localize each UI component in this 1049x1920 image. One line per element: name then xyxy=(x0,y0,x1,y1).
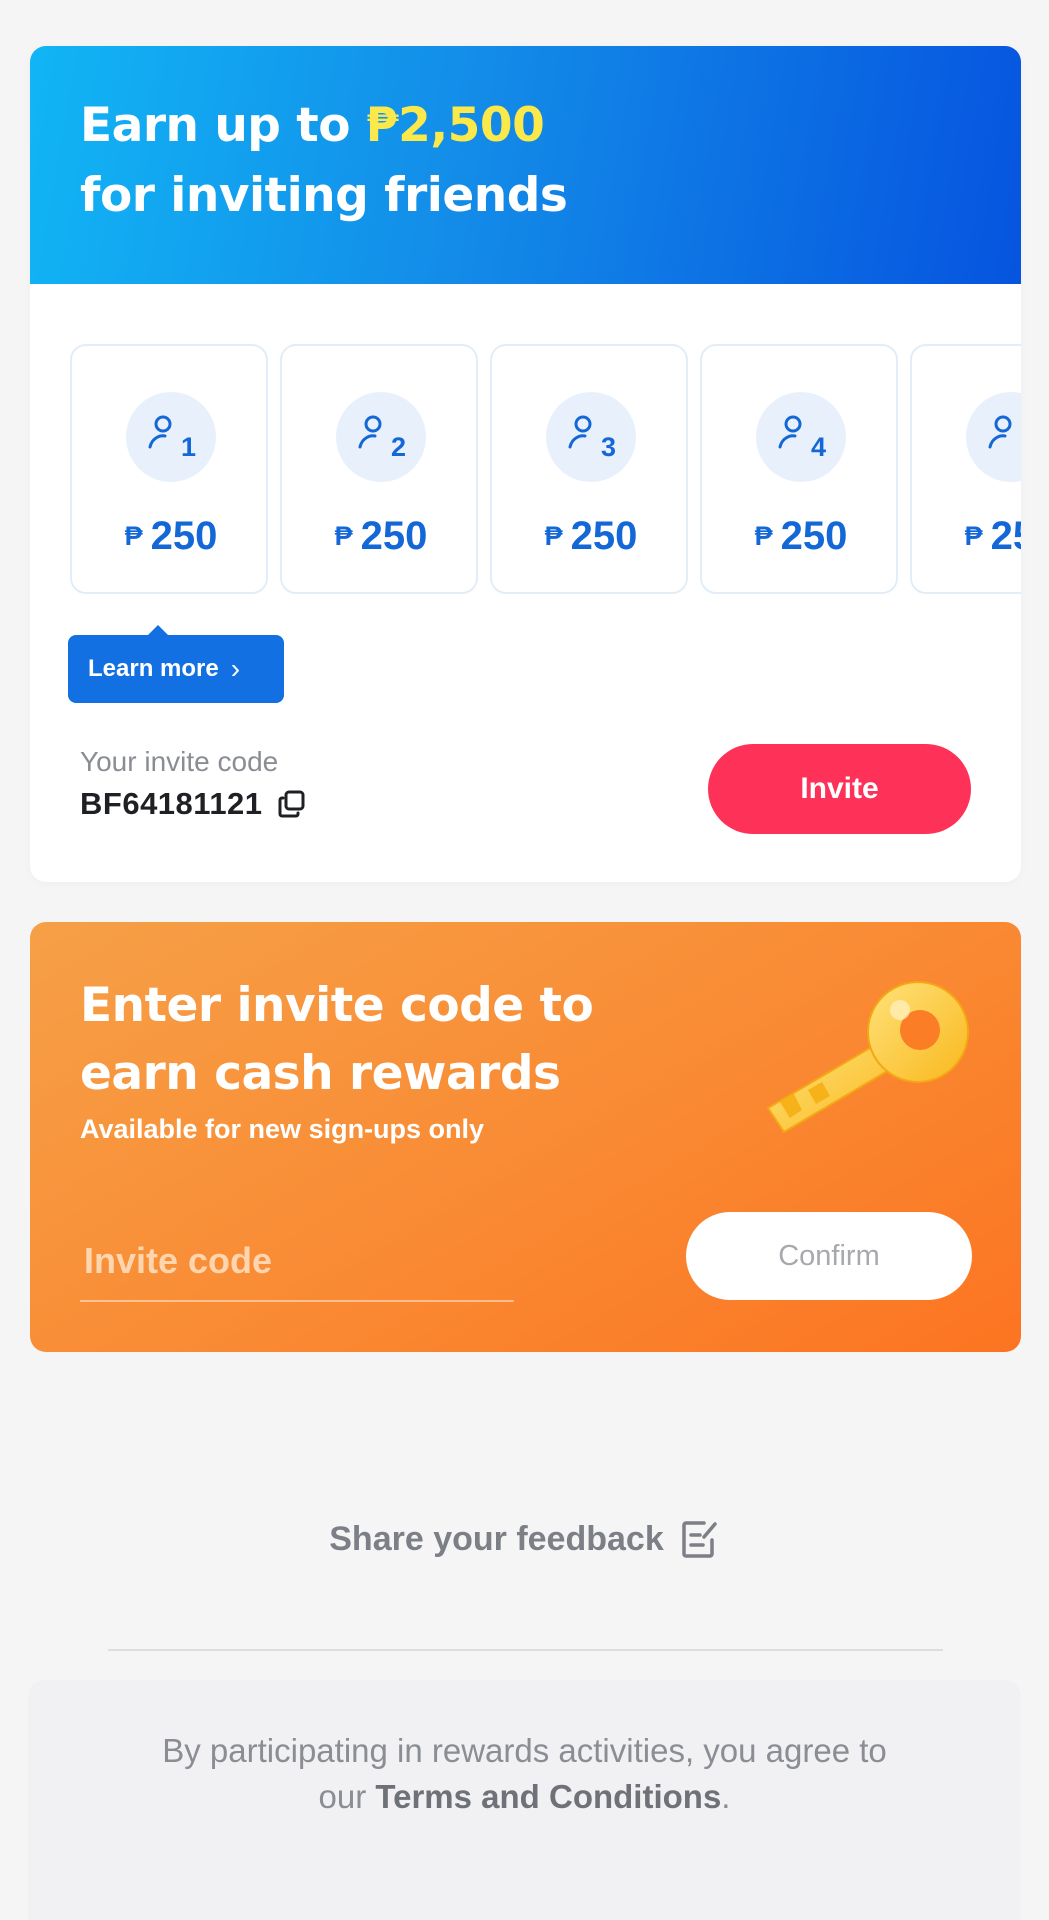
enter-invite-code-card: Enter invite code to earn cash rewards A… xyxy=(30,922,1021,1352)
entry-title-line1: Enter invite code to xyxy=(80,978,594,1033)
learn-more-button[interactable]: Learn more › xyxy=(68,625,284,703)
tier-reward: ₱250 xyxy=(492,514,690,559)
terms-and-conditions-link[interactable]: Terms and Conditions xyxy=(375,1778,721,1815)
feedback-label: Share your feedback xyxy=(329,1519,664,1558)
reward-tier-card: 1 ₱ 250 xyxy=(70,344,268,594)
chevron-right-icon: › xyxy=(230,653,241,684)
reward-tier-card: 5 ₱250 xyxy=(910,344,1021,594)
reward-tier-card: 2 ₱ 250 xyxy=(280,344,478,594)
tier-amount: 250 xyxy=(780,514,848,558)
invite-code-input[interactable] xyxy=(80,1222,514,1302)
person-icon xyxy=(568,415,592,449)
person-icon xyxy=(778,415,802,449)
tier-avatar: 3 xyxy=(546,392,636,482)
referral-banner: Earn up to ₱2,500 for inviting friends xyxy=(30,46,1021,284)
tier-currency: ₱ xyxy=(964,521,983,551)
person-icon xyxy=(988,415,1012,449)
tier-currency: ₱ xyxy=(334,521,353,551)
terms-line2-suffix: . xyxy=(721,1778,731,1815)
banner-title-line1: Earn up to ₱2,500 xyxy=(80,98,545,153)
learn-more-label: Learn more xyxy=(88,655,219,682)
share-feedback-link[interactable]: Share your feedback xyxy=(0,1518,1049,1560)
invite-button[interactable]: Invite xyxy=(708,744,971,834)
tier-currency: ₱ xyxy=(124,521,143,551)
tier-reward: ₱250 xyxy=(72,514,270,559)
invite-code-row: BF64181121 xyxy=(80,786,307,822)
tier-reward: ₱250 xyxy=(702,514,900,559)
tier-avatar: 2 xyxy=(336,392,426,482)
tier-reward: ₱250 xyxy=(282,514,480,559)
banner-max-reward: ₱2,500 xyxy=(365,98,545,153)
entry-subtitle: Available for new sign-ups only xyxy=(80,1114,485,1144)
banner-title-line2: for inviting friends xyxy=(80,168,568,223)
key-icon xyxy=(767,981,969,1133)
terms-footer: By participating in rewards activities, … xyxy=(28,1680,1021,1920)
divider xyxy=(108,1649,943,1651)
person-icon xyxy=(358,415,382,449)
terms-text: By participating in rewards activities, … xyxy=(28,1728,1021,1820)
confirm-button[interactable]: Confirm xyxy=(686,1212,972,1300)
reward-tier-card: 4 ₱ 250 xyxy=(700,344,898,594)
edit-note-icon xyxy=(681,1521,717,1558)
tier-number: 4 xyxy=(811,432,827,462)
tier-amount: 250 xyxy=(990,514,1021,558)
terms-line2-prefix: our xyxy=(318,1778,376,1815)
tier-avatar: 4 xyxy=(756,392,846,482)
tier-avatar: 1 xyxy=(126,392,216,482)
tier-number: 1 xyxy=(181,432,197,462)
reward-tier-carousel[interactable]: 1 ₱ 250 2 ₱ 250 3 ₱ 250 4 ₱ 250 ₱ 2 xyxy=(30,344,1021,594)
invite-code-label: Your invite code xyxy=(80,746,279,777)
tier-number: 3 xyxy=(601,432,617,462)
invite-code-value: BF64181121 xyxy=(80,786,263,821)
tier-amount: 250 xyxy=(150,514,218,558)
tier-reward: ₱250 xyxy=(912,514,1021,559)
tier-amount: 250 xyxy=(360,514,428,558)
person-icon xyxy=(148,415,172,449)
reward-tier-card: 3 ₱ 250 xyxy=(490,344,688,594)
tier-avatar: 5 xyxy=(966,392,1021,482)
tier-currency: ₱ xyxy=(754,521,773,551)
tier-amount: 250 xyxy=(570,514,638,558)
copy-icon[interactable] xyxy=(277,789,307,819)
terms-line1: By participating in rewards activities, … xyxy=(162,1732,887,1769)
referral-card: Earn up to ₱2,500 for inviting friends 1… xyxy=(30,46,1021,882)
tier-number: 2 xyxy=(391,432,407,462)
banner-title-prefix: Earn up to xyxy=(80,98,366,153)
entry-title-line2: earn cash rewards xyxy=(80,1046,561,1101)
tier-currency: ₱ xyxy=(544,521,563,551)
